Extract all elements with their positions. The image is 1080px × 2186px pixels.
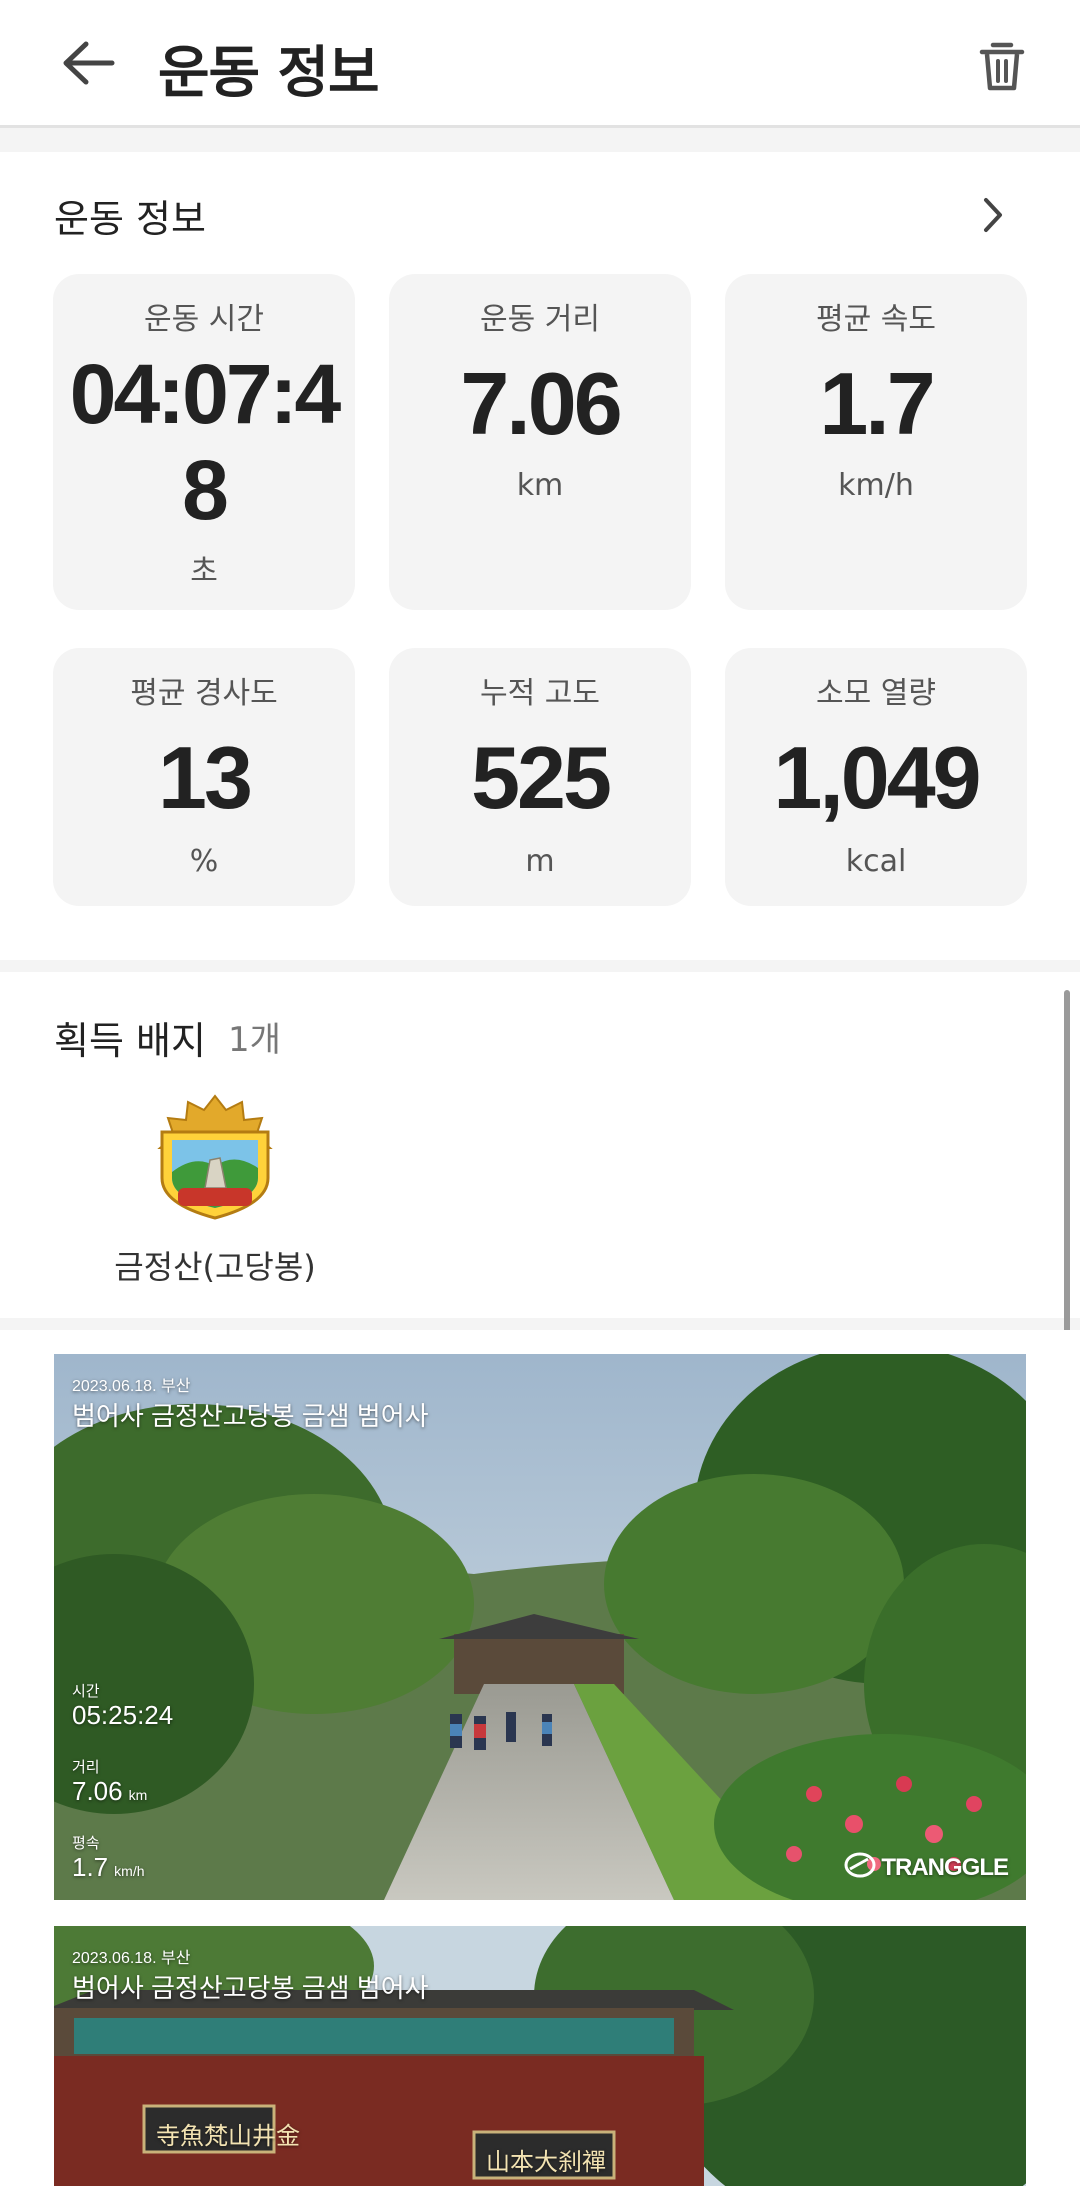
section-title: 획득 배지 <box>54 1019 206 1063</box>
earned-badges-section: 획득 배지 1개 금정산(고당봉) <box>0 972 1080 1318</box>
trash-icon <box>979 42 1025 91</box>
tranggle-leaf-icon <box>844 1852 876 1878</box>
badge-name: 금정산(고당봉) <box>114 1248 316 1286</box>
stat-card-distance: 운동 거리 7.06 km <box>389 274 691 610</box>
stat-unit: kcal <box>845 844 907 879</box>
stat-label: 운동 거리 <box>480 302 600 337</box>
badge-item[interactable]: 금정산(고당봉) <box>100 1092 330 1292</box>
stat-label: 평균 경사도 <box>130 676 278 711</box>
stat-card-avg-slope: 평균 경사도 13 % <box>53 648 355 906</box>
stat-label: 누적 고도 <box>480 676 600 711</box>
logo-text: TRANGGLE <box>881 1854 1009 1881</box>
photo-card[interactable]: 2023.06.18. 부산 범어사 금정산고당봉 금샘 범어사 寺魚梵山井金 … <box>54 1926 1026 2186</box>
stat-card-elevation-gain: 누적 고도 525 m <box>389 648 691 906</box>
stat-unit: m <box>525 844 555 879</box>
back-button[interactable] <box>58 38 118 88</box>
stat-value: 7.06 <box>460 354 622 453</box>
photo-distance-value: 7.06 <box>72 1776 123 1806</box>
temple-sign-right: 山本大刹禪 <box>486 2148 606 2176</box>
stat-unit: 초 <box>190 554 218 589</box>
stat-label: 운동 시간 <box>144 302 264 337</box>
stat-card-calories: 소모 열량 1,049 kcal <box>725 648 1027 906</box>
temple-path-photo <box>54 1354 1026 1900</box>
stat-value-line1: 04:07:4 <box>69 347 342 441</box>
exercise-info-section: 운동 정보 운동 시간 04:07:4 8 초 운동 거리 7.06 km 평균… <box>0 152 1080 960</box>
stat-value: 1.7 <box>819 354 935 453</box>
photo-card[interactable]: 2023.06.18. 부산 범어사 금정산고당봉 금샘 범어사 시간 05:2… <box>54 1354 1026 1900</box>
stat-unit: % <box>189 844 219 879</box>
stat-value: 525 <box>471 728 612 827</box>
photo-date: 2023.06.18. 부산 <box>72 1950 191 1967</box>
info-detail-button[interactable] <box>970 192 1016 238</box>
stat-card-duration: 운동 시간 04:07:4 8 초 <box>53 274 355 610</box>
chevron-right-icon <box>984 198 1002 232</box>
photo-title: 범어사 금정산고당봉 금샘 범어사 <box>72 1973 429 2003</box>
photo-date: 2023.06.18. 부산 <box>72 1378 191 1395</box>
stat-label: 평균 속도 <box>816 302 936 337</box>
photo-speed-label: 평속 <box>72 1835 100 1852</box>
stat-label: 소모 열량 <box>816 676 936 711</box>
section-title: 운동 정보 <box>54 197 206 241</box>
stat-value: 13 <box>158 728 253 827</box>
stat-card-avg-speed: 평균 속도 1.7 km/h <box>725 274 1027 610</box>
delete-button[interactable] <box>972 36 1032 96</box>
tranggle-logo: TRANGGLE <box>840 1851 1009 1882</box>
badge-count: 1개 <box>228 1020 281 1060</box>
stat-unit: km/h <box>838 468 914 503</box>
app-header: 운동 정보 <box>0 0 1080 128</box>
photo-speed-value: 1.7 <box>72 1852 109 1882</box>
photo-distance: 7.06 km <box>72 1776 147 1807</box>
photo-distance-label: 거리 <box>72 1759 100 1776</box>
photo-speed: 1.7 km/h <box>72 1852 145 1883</box>
stat-unit: km <box>516 468 564 503</box>
photo-speed-unit: km/h <box>114 1863 145 1879</box>
temple-sign-left: 寺魚梵山井金 <box>156 2122 300 2150</box>
page-title: 운동 정보 <box>158 41 380 106</box>
stat-value-line2: 8 <box>182 443 229 537</box>
stat-value: 1,049 <box>773 728 981 827</box>
arrow-left-icon <box>63 41 115 85</box>
photos-section: 2023.06.18. 부산 범어사 금정산고당봉 금샘 범어사 시간 05:2… <box>0 1330 1080 2186</box>
photo-time-label: 시간 <box>72 1683 100 1700</box>
photo-title: 범어사 금정산고당봉 금샘 범어사 <box>72 1401 429 1431</box>
photo-distance-unit: km <box>128 1787 148 1803</box>
photo-time-value: 05:25:24 <box>72 1700 174 1730</box>
mountain-badge-icon <box>157 1094 273 1220</box>
